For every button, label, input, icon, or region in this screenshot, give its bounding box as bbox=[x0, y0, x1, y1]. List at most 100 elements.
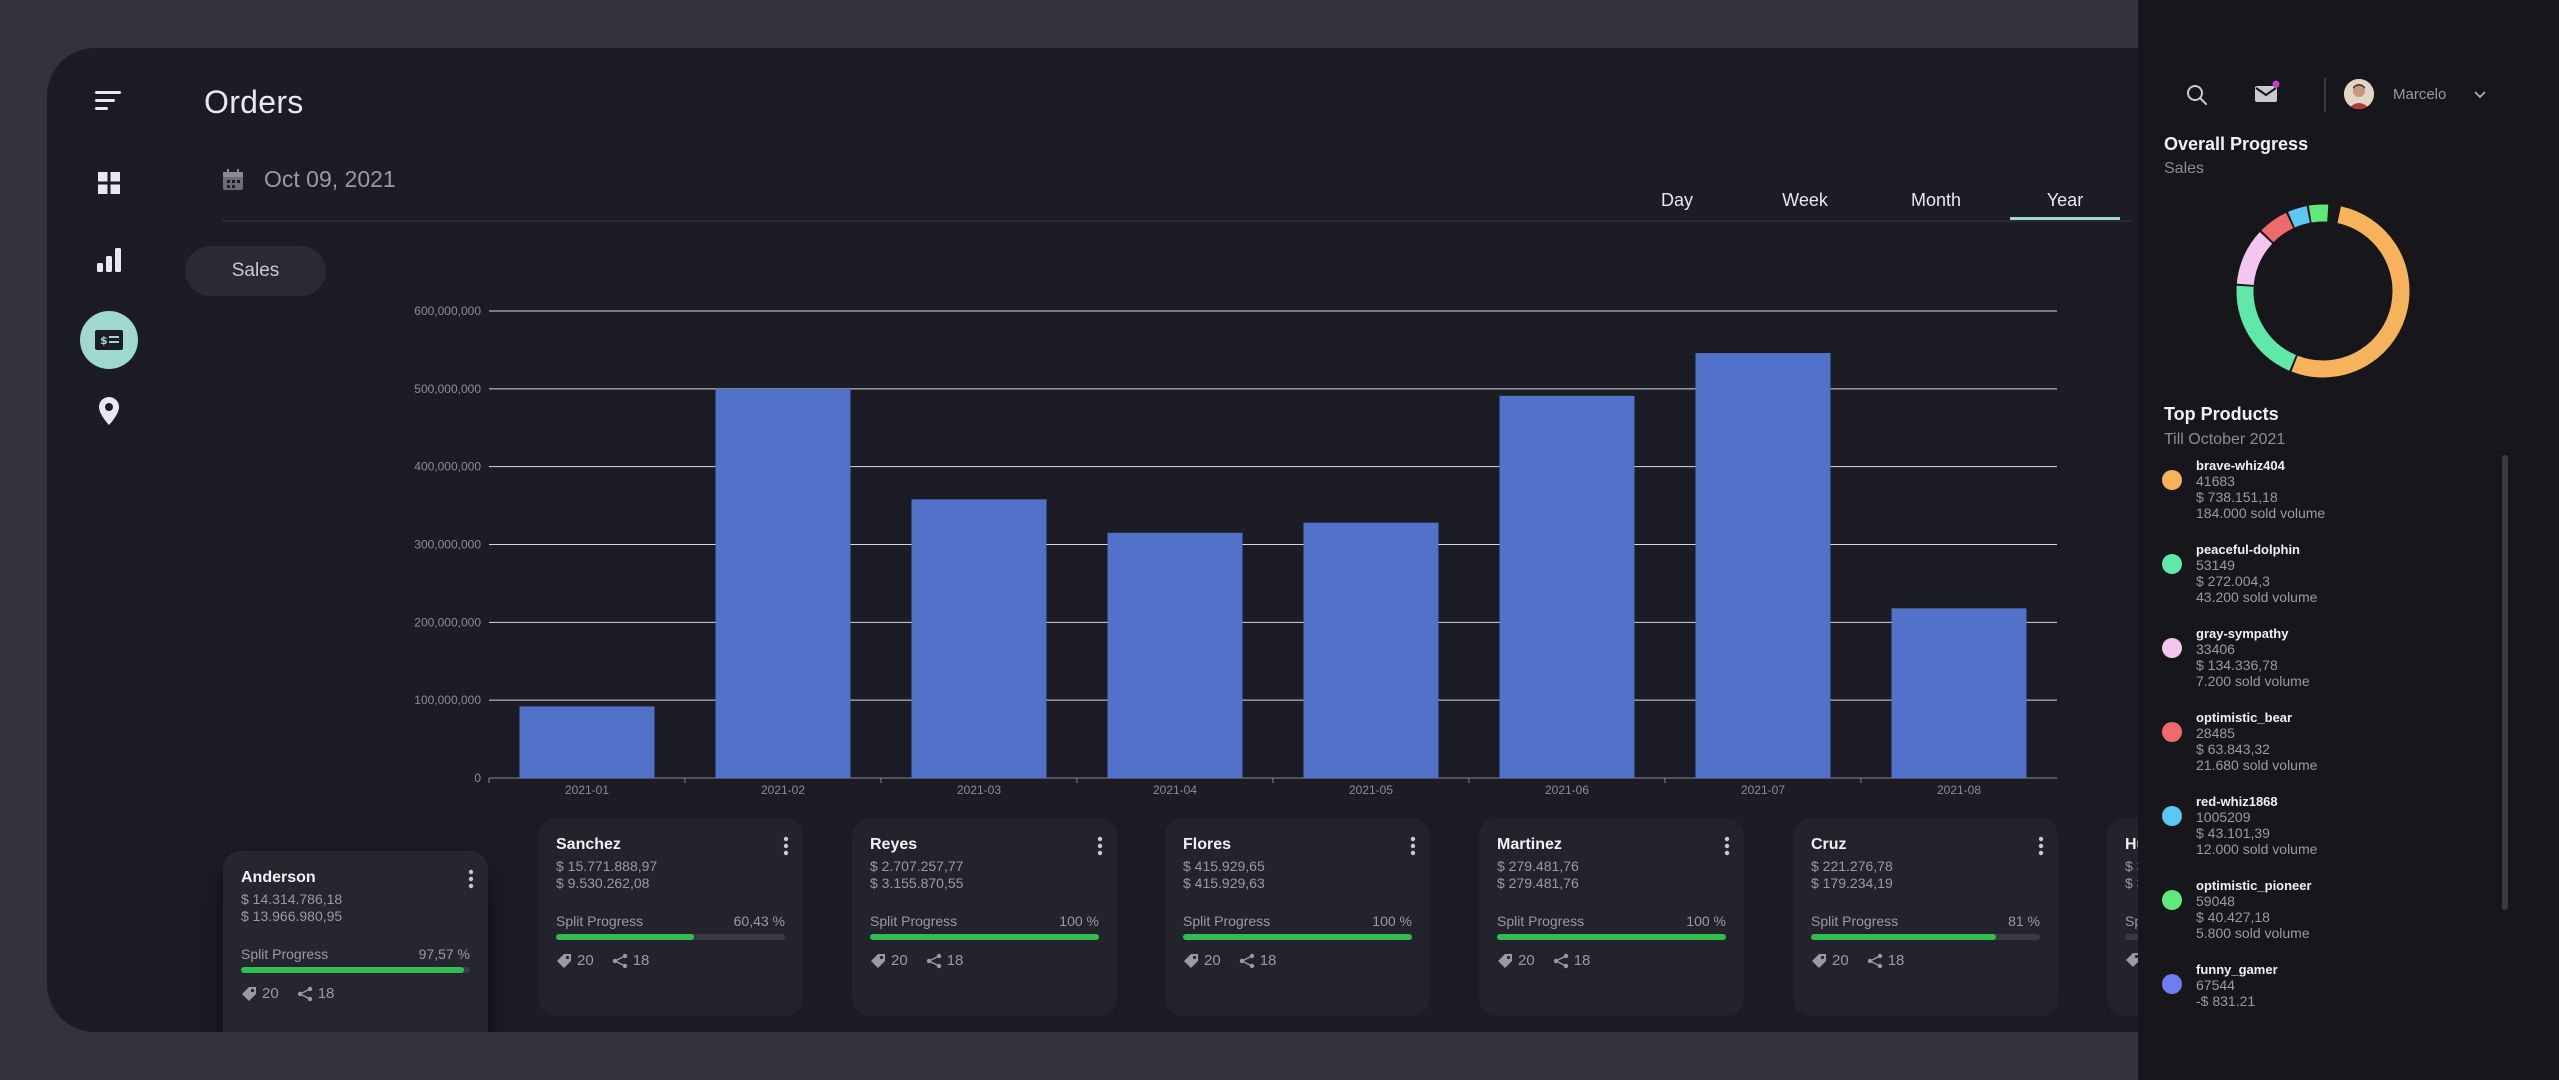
divider bbox=[222, 220, 2132, 222]
product-volume: 12.000 sold volume bbox=[2196, 841, 2318, 857]
y-tick-label: 200,000,000 bbox=[414, 615, 481, 629]
more-options-icon[interactable] bbox=[1097, 836, 1103, 856]
card-customer-name: Flores bbox=[1183, 836, 1232, 853]
share-icon[interactable] bbox=[1553, 953, 1569, 969]
tab-year[interactable]: Year bbox=[2010, 180, 2120, 220]
billing-icon[interactable]: $ bbox=[80, 311, 138, 369]
top-products-list: brave-whiz404 41683 $ 738.151,18 184.000… bbox=[2162, 458, 2502, 1006]
card-amount-primary: $ 2.707.257,77 bbox=[870, 858, 964, 874]
bar-2021-04[interactable] bbox=[1107, 532, 1243, 778]
y-tick-label: 600,000,000 bbox=[414, 304, 481, 318]
product-item[interactable]: funny_gamer 67544 -$ 831,21 bbox=[2162, 962, 2502, 1006]
bar-2021-05[interactable] bbox=[1303, 522, 1439, 778]
share-count: 18 bbox=[1887, 952, 1905, 969]
menu-icon[interactable] bbox=[80, 72, 138, 130]
order-card[interactable]: Reyes $ 2.707.257,77 $ 3.155.870,55 Spli… bbox=[852, 818, 1117, 1016]
chevron-down-icon[interactable] bbox=[2473, 90, 2487, 100]
split-progress-value: 100 % bbox=[1372, 913, 1412, 929]
tab-day[interactable]: Day bbox=[1617, 180, 1737, 220]
tag-count: 20 bbox=[1204, 952, 1221, 969]
split-progress-fill bbox=[1183, 934, 1412, 940]
share-icon[interactable] bbox=[926, 953, 942, 969]
product-color-dot bbox=[2162, 470, 2182, 490]
split-progress-value: 81 % bbox=[2008, 913, 2040, 929]
donut-segment bbox=[2236, 204, 2410, 378]
share-count: 18 bbox=[1573, 952, 1591, 969]
scrollbar[interactable] bbox=[2502, 455, 2508, 910]
product-name: red-whiz1868 bbox=[2196, 794, 2278, 809]
sales-filter-button[interactable]: Sales bbox=[185, 246, 326, 296]
search-icon[interactable] bbox=[2186, 84, 2208, 106]
share-icon[interactable] bbox=[1867, 953, 1883, 969]
order-card[interactable]: Cruz $ 221.276,78 $ 179.234,19 Split Pro… bbox=[1793, 818, 2058, 1016]
dashboard-icon[interactable] bbox=[80, 154, 138, 212]
card-customer-name: Anderson bbox=[241, 869, 316, 886]
share-icon[interactable] bbox=[297, 986, 313, 1002]
split-progress-bar bbox=[1811, 934, 2040, 940]
product-name: peaceful-dolphin bbox=[2196, 542, 2300, 557]
bar-2021-08[interactable] bbox=[1891, 608, 2027, 778]
more-options-icon[interactable] bbox=[783, 836, 789, 856]
tab-month[interactable]: Month bbox=[1871, 180, 2001, 220]
bar-2021-07[interactable] bbox=[1695, 353, 1831, 778]
x-tick-label: 2021-08 bbox=[1937, 783, 1981, 797]
order-card[interactable]: Flores $ 415.929,65 $ 415.929,63 Split P… bbox=[1165, 818, 1430, 1016]
tag-icon bbox=[1498, 953, 1512, 968]
product-name: brave-whiz404 bbox=[2196, 458, 2285, 473]
tag-icon bbox=[1184, 953, 1198, 968]
product-item[interactable]: brave-whiz404 41683 $ 738.151,18 184.000… bbox=[2162, 458, 2502, 542]
bar-2021-03[interactable] bbox=[911, 499, 1047, 778]
split-progress-fill bbox=[241, 967, 465, 973]
sidebar-nav: $ bbox=[47, 48, 167, 1032]
date-picker[interactable]: Oct 09, 2021 bbox=[222, 166, 396, 193]
y-tick-label: 300,000,000 bbox=[414, 538, 481, 552]
y-tick-label: 500,000,000 bbox=[414, 382, 481, 396]
mail-icon[interactable] bbox=[2254, 80, 2280, 104]
split-progress-value: 97,57 % bbox=[418, 946, 470, 962]
product-id: 67544 bbox=[2196, 977, 2235, 993]
card-amount-secondary: $ 9.530.262,08 bbox=[556, 875, 650, 891]
tag-count: 20 bbox=[577, 952, 594, 969]
product-price: -$ 831,21 bbox=[2196, 993, 2256, 1006]
share-icon[interactable] bbox=[612, 953, 628, 969]
product-item[interactable]: optimistic_bear 28485 $ 63.843,32 21.680… bbox=[2162, 710, 2502, 794]
product-item[interactable]: gray-sympathy 33406 $ 134.336,78 7.200 s… bbox=[2162, 626, 2502, 710]
donut-segment bbox=[2236, 204, 2410, 378]
product-name: funny_gamer bbox=[2196, 962, 2278, 977]
order-card[interactable]: Sanchez $ 15.771.888,97 $ 9.530.262,08 S… bbox=[538, 818, 803, 1016]
top-products-title: Top Products bbox=[2164, 404, 2279, 424]
product-color-dot bbox=[2162, 554, 2182, 574]
bar-2021-06[interactable] bbox=[1499, 395, 1635, 778]
card-customer-name: Sanchez bbox=[556, 836, 621, 853]
order-card[interactable]: Martinez $ 279.481,76 $ 279.481,76 Split… bbox=[1479, 818, 1744, 1016]
more-options-icon[interactable] bbox=[468, 869, 474, 889]
top-products-subtitle: Till October 2021 bbox=[2164, 431, 2286, 448]
username[interactable]: Marcelo bbox=[2393, 86, 2446, 103]
tag-count: 20 bbox=[1832, 952, 1849, 969]
share-count: 18 bbox=[1259, 952, 1277, 969]
product-item[interactable]: optimistic_pioneer 59048 $ 40.427,18 5.8… bbox=[2162, 878, 2502, 962]
bar-chart-icon[interactable] bbox=[80, 231, 138, 289]
avatar[interactable] bbox=[2344, 79, 2374, 109]
x-tick-label: 2021-01 bbox=[565, 783, 609, 797]
more-options-icon[interactable] bbox=[1410, 836, 1416, 856]
bar-2021-02[interactable] bbox=[715, 388, 851, 778]
tag-count: 20 bbox=[262, 985, 279, 1002]
split-progress-fill bbox=[870, 934, 1099, 940]
location-pin-icon[interactable] bbox=[80, 382, 138, 440]
unread-indicator bbox=[2272, 80, 2280, 88]
x-tick-label: 2021-05 bbox=[1349, 783, 1393, 797]
card-amount-primary: $ 15.771.888,97 bbox=[556, 858, 658, 874]
bar-2021-01[interactable] bbox=[519, 706, 655, 778]
order-card[interactable]: Anderson $ 14.314.786,18 $ 13.966.980,95… bbox=[223, 851, 488, 1032]
more-options-icon[interactable] bbox=[2038, 836, 2044, 856]
split-progress-bar bbox=[556, 934, 785, 940]
product-item[interactable]: peaceful-dolphin 53149 $ 272.004,3 43.20… bbox=[2162, 542, 2502, 626]
overall-progress-title: Overall Progress bbox=[2164, 134, 2309, 154]
tab-week[interactable]: Week bbox=[1745, 180, 1865, 220]
product-item[interactable]: red-whiz1868 1005209 $ 43.101,39 12.000 … bbox=[2162, 794, 2502, 878]
share-icon[interactable] bbox=[1239, 953, 1255, 969]
split-progress-bar bbox=[241, 967, 470, 973]
product-color-dot bbox=[2162, 974, 2182, 994]
more-options-icon[interactable] bbox=[1724, 836, 1730, 856]
